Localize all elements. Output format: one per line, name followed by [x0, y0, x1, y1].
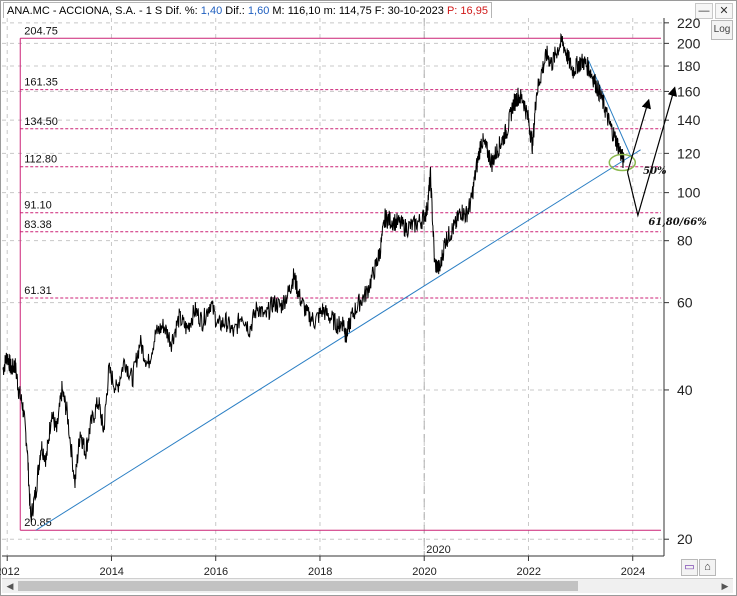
x-marker-label: 2020 [426, 544, 450, 556]
x-tick-label: 2018 [308, 566, 332, 578]
y-tick-label: 220 [677, 15, 701, 31]
x-tick-label: 2014 [99, 566, 123, 578]
y-tick-label: 140 [677, 112, 701, 128]
horizontal-scrollbar[interactable]: ◀ ▶ [2, 578, 733, 593]
y-tick-label: 100 [677, 185, 701, 201]
x-tick-label: 2020 [412, 566, 436, 578]
fib-level-label: 61.31 [24, 285, 52, 297]
x-tick-label: 2024 [621, 566, 645, 578]
x-tick-label: 2016 [204, 566, 228, 578]
scroll-left-icon[interactable]: ◀ [4, 580, 16, 592]
price-chart: 20 40 60 80 100 120 140 160 180 200 220 2012 2014 201… [0, 15, 707, 578]
y-tick-label: 80 [677, 233, 693, 249]
fib-level-label: 204.75 [24, 25, 58, 37]
scroll-thumb[interactable] [18, 581, 578, 591]
fib-level-label: 134.50 [24, 116, 58, 128]
plot-area [2, 18, 664, 556]
save-icon[interactable]: ▭ [681, 559, 698, 576]
y-tick-label: 160 [677, 83, 701, 99]
fib-level-label: 83.38 [24, 219, 52, 231]
y-tick-label: 60 [677, 295, 693, 311]
y-tick-label: 40 [677, 382, 693, 398]
x-tick-label: 2022 [516, 566, 540, 578]
y-tick-label: 120 [677, 145, 701, 161]
y-tick-label: 200 [677, 35, 701, 51]
fib-level-label: 161.35 [24, 77, 58, 89]
home-icon[interactable]: ⌂ [699, 559, 716, 576]
x-tick-label: 2012 [0, 566, 20, 578]
retracement-annotation: 50% [643, 166, 667, 177]
scroll-right-icon[interactable]: ▶ [719, 580, 731, 592]
retracement-annotation: 61,80/66% [648, 217, 707, 228]
y-tick-label: 180 [677, 58, 701, 74]
y-tick-label: 20 [677, 531, 693, 547]
fib-level-label: 91.10 [24, 200, 52, 212]
fib-level-label: 112.80 [24, 154, 57, 166]
